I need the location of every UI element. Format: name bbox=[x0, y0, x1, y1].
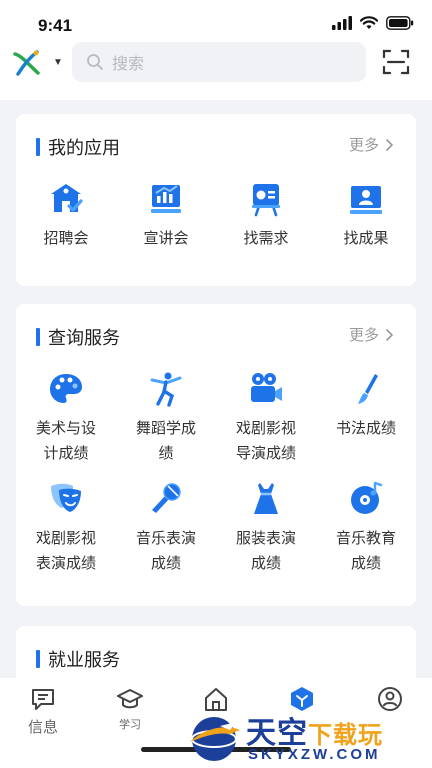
query-item-music-performance[interactable]: 音乐表演 成绩 bbox=[116, 480, 216, 576]
query-title: 查询服务 bbox=[48, 328, 120, 348]
query-item-dance[interactable]: 舞蹈学成 绩 bbox=[116, 370, 216, 466]
query-grid: 美术与设 计成绩 舞蹈学成 绩 戏剧影视 导演成绩 书法成绩 戏剧影视 表演成绩… bbox=[16, 370, 416, 576]
chevron-right-icon bbox=[385, 328, 394, 341]
query-item-label: 音乐表演 成绩 bbox=[135, 530, 196, 572]
nav-item-info[interactable]: 信息 bbox=[13, 686, 73, 737]
query-item-calligraphy[interactable]: 书法成绩 bbox=[316, 370, 416, 466]
microphone-icon bbox=[152, 483, 181, 513]
app-item-career-talk[interactable]: 宣讲会 bbox=[116, 180, 216, 251]
query-item-music-education[interactable]: 音乐教育 成绩 bbox=[316, 480, 416, 576]
palette-icon bbox=[50, 374, 82, 403]
app-item-find-results[interactable]: 找成果 bbox=[316, 180, 416, 251]
query-services-card: 查询服务 更多 美术与设 计成绩 舞蹈学成 绩 戏剧影视 导演成绩 书法成绩 戏… bbox=[16, 304, 416, 606]
section-accent-bar bbox=[36, 328, 40, 346]
app-item-label: 宣讲会 bbox=[143, 230, 189, 247]
search-input[interactable]: 搜索 bbox=[72, 42, 366, 82]
brush-icon bbox=[358, 374, 378, 404]
film-camera-icon bbox=[251, 373, 282, 402]
query-more-link[interactable]: 更多 bbox=[349, 324, 394, 345]
chevron-right-icon bbox=[385, 138, 394, 151]
nav-item-study[interactable]: 学习 bbox=[100, 686, 160, 732]
my-apps-grid: 招聘会 宣讲会 找需求 找成果 bbox=[16, 180, 416, 251]
scan-icon[interactable] bbox=[382, 48, 410, 76]
app-item-find-demand[interactable]: 找需求 bbox=[216, 180, 316, 251]
query-item-label: 美术与设 计成绩 bbox=[35, 420, 96, 462]
theater-mask-icon bbox=[51, 483, 81, 512]
monitor-person-icon bbox=[350, 186, 382, 214]
chat-icon bbox=[32, 689, 54, 710]
query-item-label: 服装表演 成绩 bbox=[235, 530, 296, 572]
query-item-label: 舞蹈学成 绩 bbox=[135, 420, 196, 462]
query-item-label: 书法成绩 bbox=[335, 420, 396, 437]
wifi-icon bbox=[360, 16, 378, 29]
dancer-icon bbox=[150, 372, 182, 407]
search-icon bbox=[87, 54, 103, 70]
nav-label: 学习 bbox=[119, 719, 141, 731]
status-icons bbox=[332, 16, 414, 30]
search-placeholder: 搜索 bbox=[112, 56, 145, 73]
query-item-fashion-show[interactable]: 服装表演 成绩 bbox=[216, 480, 316, 576]
query-item-label: 戏剧影视 表演成绩 bbox=[35, 530, 96, 572]
employment-title: 就业服务 bbox=[48, 650, 120, 670]
my-apps-more-link[interactable]: 更多 bbox=[349, 134, 394, 155]
my-apps-title: 我的应用 bbox=[48, 138, 120, 158]
query-item-label: 音乐教育 成绩 bbox=[335, 530, 396, 572]
section-accent-bar bbox=[36, 650, 40, 668]
graduation-cap-icon bbox=[117, 689, 143, 709]
section-accent-bar bbox=[36, 138, 40, 156]
my-apps-header: 我的应用 bbox=[36, 134, 120, 160]
presentation-chart-icon bbox=[151, 185, 181, 213]
app-logo-icon[interactable] bbox=[12, 48, 42, 78]
battery-icon bbox=[386, 16, 414, 30]
watermark-title-accent: 下载玩 bbox=[308, 721, 383, 749]
easel-board-icon bbox=[252, 184, 280, 217]
app-item-label: 招聘会 bbox=[43, 230, 89, 247]
dress-icon bbox=[254, 483, 278, 514]
building-icon bbox=[51, 184, 83, 212]
app-item-label: 找成果 bbox=[343, 230, 389, 247]
music-disc-icon bbox=[351, 481, 383, 514]
my-apps-card: 我的应用 更多 招聘会 宣讲会 找需求 找成果 bbox=[16, 114, 416, 286]
more-label: 更多 bbox=[348, 327, 379, 344]
employment-header: 就业服务 bbox=[36, 646, 120, 672]
status-time: 9:41 bbox=[38, 16, 73, 35]
query-item-art-design[interactable]: 美术与设 计成绩 bbox=[16, 370, 116, 466]
app-item-job-fair[interactable]: 招聘会 bbox=[16, 180, 116, 251]
watermark-sub: SKYXZW.COM bbox=[248, 746, 381, 763]
nav-label: 信息 bbox=[27, 719, 58, 736]
globe-plane-icon bbox=[190, 717, 240, 761]
signal-icon bbox=[332, 16, 352, 30]
query-item-label: 戏剧影视 导演成绩 bbox=[235, 420, 296, 462]
caret-down-icon[interactable]: ▼ bbox=[53, 57, 63, 68]
top-bar: ▼ 搜索 bbox=[0, 40, 432, 100]
query-header: 查询服务 bbox=[36, 324, 120, 350]
app-item-label: 找需求 bbox=[243, 230, 289, 247]
query-item-film-directing[interactable]: 戏剧影视 导演成绩 bbox=[216, 370, 316, 466]
watermark-logo: 天空下载玩 SKYXZW.COM bbox=[186, 708, 432, 768]
more-label: 更多 bbox=[348, 137, 379, 154]
query-item-film-acting[interactable]: 戏剧影视 表演成绩 bbox=[16, 480, 116, 576]
